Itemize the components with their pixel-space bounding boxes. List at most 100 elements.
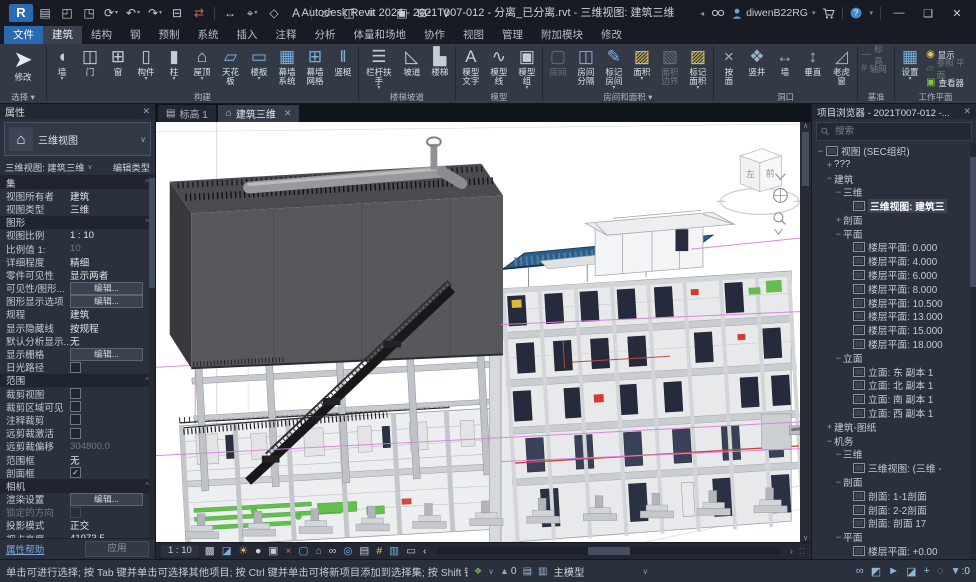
viewcube-front-label[interactable]: 前 xyxy=(766,168,775,179)
edit-button[interactable]: 编辑... xyxy=(70,493,143,506)
tree-item[interactable]: 楼层平面: +0.00 xyxy=(812,544,976,558)
tree-item[interactable]: 三维视图: 建筑三 xyxy=(812,199,976,213)
temporary-view-properties-icon[interactable]: ▤ xyxy=(359,544,369,558)
tree-item[interactable]: −三维 xyxy=(812,448,976,462)
property-value[interactable]: 按规程 xyxy=(70,321,155,335)
ribbon-tab-precast[interactable]: 预制 xyxy=(150,26,189,44)
file-views-icon[interactable]: ▤ xyxy=(35,4,55,22)
visual-style-icon[interactable]: ◪ xyxy=(222,544,232,558)
property-value[interactable]: 41973.5 xyxy=(70,533,155,538)
reveal-hidden-elements-icon[interactable]: ◎ xyxy=(343,544,352,558)
edit-button[interactable]: 编辑... xyxy=(70,295,143,308)
ribbon-group-label-room-area[interactable]: 房间和面积 ▾ xyxy=(544,91,712,103)
tree-item[interactable]: 楼层平面: 18.000 xyxy=(812,337,976,351)
tree-expand-toggle[interactable]: − xyxy=(825,173,834,183)
model-line-button[interactable]: ∿模型 线 xyxy=(485,45,513,91)
tree-expand-toggle[interactable]: + xyxy=(834,215,843,225)
vertical-scrollbar-thumb[interactable] xyxy=(802,132,809,186)
tree-item[interactable]: −立面 xyxy=(812,351,976,365)
tree-item[interactable]: 楼层平面: 15.000 xyxy=(812,323,976,337)
ribbon-group-label-select[interactable]: 选择 ▾ xyxy=(1,91,45,103)
properties-help-link[interactable]: 属性帮助 xyxy=(6,542,44,556)
shadows-icon[interactable]: ● xyxy=(255,544,261,558)
chevron-down-icon[interactable]: ∨ xyxy=(642,567,648,576)
show-crop-region-icon[interactable]: ▢ xyxy=(298,544,308,558)
ceiling-button[interactable]: ▱天花板 xyxy=(216,45,245,91)
tree-expand-toggle[interactable]: − xyxy=(834,532,843,542)
ribbon-tab-systems[interactable]: 系统 xyxy=(189,26,228,44)
property-checkbox[interactable] xyxy=(70,428,81,439)
cart-icon[interactable] xyxy=(822,8,835,19)
ribbon-tab-architecture[interactable]: 建筑 xyxy=(43,26,82,44)
tree-item[interactable]: −剖面 xyxy=(812,475,976,489)
ribbon-tab-annotate[interactable]: 注释 xyxy=(267,26,306,44)
property-value[interactable]: 无 xyxy=(70,334,155,348)
collapse-arrow-icon[interactable]: ◂ xyxy=(700,9,704,18)
tree-item[interactable]: 楼层平面: 4.000 xyxy=(812,254,976,268)
room-separator-button[interactable]: ◫房间 分隔 xyxy=(572,45,600,91)
property-checkbox[interactable] xyxy=(70,362,81,373)
apply-button[interactable]: 应用 xyxy=(85,541,149,557)
tree-expand-toggle[interactable]: − xyxy=(834,229,843,239)
property-value[interactable]: 建筑 xyxy=(70,189,155,203)
type-selector[interactable]: ⌂ 三维视图 ∨ xyxy=(4,122,151,156)
select-elements-by-face-icon[interactable]: ◪ xyxy=(906,565,916,578)
collapse-bar-icon[interactable]: ‹ xyxy=(423,544,427,558)
tree-item[interactable]: 楼层平面: 0.000 xyxy=(812,241,976,255)
modify-button[interactable]: ➤修改 xyxy=(1,45,45,91)
property-value[interactable]: 1 : 10 xyxy=(70,230,155,241)
tree-expand-toggle[interactable]: − xyxy=(834,187,843,197)
selection-box-icon[interactable]: ▭ xyxy=(406,544,416,558)
set-work-plane-button[interactable]: ▦设置▾ xyxy=(896,45,924,91)
tree-item[interactable]: +剖面 xyxy=(812,213,976,227)
window-button[interactable]: ⊞窗 xyxy=(104,45,132,91)
tree-item[interactable]: −三维 xyxy=(812,185,976,199)
minimize-button[interactable]: — xyxy=(888,7,910,19)
property-checkbox[interactable] xyxy=(70,414,81,425)
railing-button[interactable]: ☰栏杆扶手▾ xyxy=(360,45,398,91)
tag-room-button[interactable]: ✎标记 房间▾ xyxy=(600,45,628,91)
drag-elements-on-selection-icon[interactable]: + xyxy=(923,565,929,577)
property-section[interactable]: 范围^ xyxy=(0,374,155,387)
close-button[interactable]: ✕ xyxy=(946,7,968,20)
ribbon-tab-addins[interactable]: 附加模块 xyxy=(532,26,592,44)
property-section[interactable]: 集^ xyxy=(0,176,155,189)
ramp-button[interactable]: ◺坡道 xyxy=(398,45,426,91)
save-icon[interactable]: ◳ xyxy=(79,4,99,22)
detail-level-icon[interactable]: ▩ xyxy=(205,544,215,558)
edit-type-button[interactable]: 编辑类型 xyxy=(113,160,150,174)
crop-region-icon[interactable]: × xyxy=(285,544,291,558)
view-tab-arch-3d[interactable]: ⌂建筑三维✕ xyxy=(218,105,300,122)
browser-search-box[interactable] xyxy=(816,122,972,141)
ribbon-tab-file[interactable]: 文件 xyxy=(4,26,43,44)
horizontal-scrollbar-thumb[interactable] xyxy=(588,547,630,555)
tree-item[interactable]: 剖面: 2-2剖面 xyxy=(812,503,976,517)
ribbon-tab-collaborate[interactable]: 协作 xyxy=(415,26,454,44)
sync-with-central-icon[interactable]: ⟳▾ xyxy=(101,4,121,22)
tree-expand-toggle[interactable]: − xyxy=(825,436,834,446)
curtain-grid-button[interactable]: ⊞幕墙 网格 xyxy=(301,45,329,91)
browser-scrollbar[interactable] xyxy=(970,143,976,559)
open-file-icon[interactable]: ◰ xyxy=(57,4,77,22)
property-checkbox[interactable] xyxy=(70,388,81,399)
select-pinned-elements-icon[interactable]: ► xyxy=(888,565,899,577)
3d-model-view[interactable]: 左 前 xyxy=(156,122,800,542)
horizontal-scrollbar[interactable] xyxy=(437,547,780,555)
revit-home-icon[interactable]: R xyxy=(9,4,33,22)
help-icon[interactable]: ? xyxy=(850,7,862,19)
properties-close-icon[interactable]: ✕ xyxy=(142,106,150,117)
view-tab-level-1[interactable]: ▤标高 1 xyxy=(158,105,216,122)
user-account-button[interactable]: diwenB22RG ▾ xyxy=(732,7,815,19)
tree-item[interactable]: 立面: 东 副本 1 xyxy=(812,365,976,379)
property-checkbox[interactable]: ✓ xyxy=(70,467,81,478)
chevron-down-icon[interactable]: ∨ xyxy=(488,567,494,576)
design-options-icon[interactable]: ▥ xyxy=(538,566,547,577)
shaft-opening-button[interactable]: ❖竖井 xyxy=(743,45,771,91)
wall-opening-button[interactable]: ↔墙 xyxy=(771,45,799,91)
tree-item[interactable]: +建筑-图纸 xyxy=(812,420,976,434)
component-button[interactable]: ▯构件▾ xyxy=(132,45,160,91)
measure-icon[interactable]: ↔ xyxy=(220,4,240,22)
background-processes-icon[interactable]: ◌ xyxy=(937,565,944,577)
view-scale-button[interactable]: 1 : 10 xyxy=(161,545,199,557)
vertical-opening-button[interactable]: ↕垂直 xyxy=(799,45,827,91)
